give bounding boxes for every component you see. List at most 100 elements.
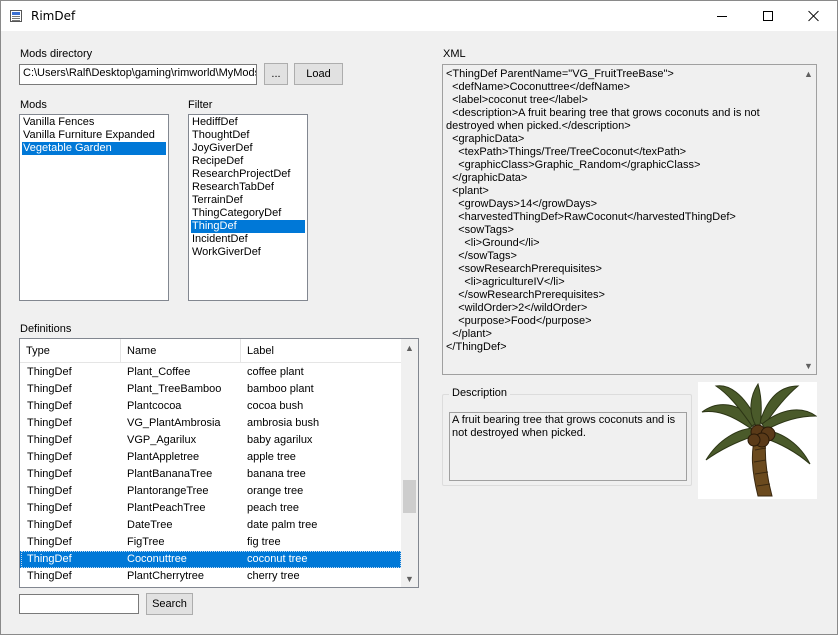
name-cell: Plantcocoa (127, 400, 182, 412)
label-cell: date palm tree (247, 519, 318, 531)
mods-label: Mods (20, 99, 47, 111)
mods-list-item[interactable]: Vanilla Fences (22, 116, 166, 129)
name-cell: PlantAppletree (127, 451, 200, 463)
table-row[interactable]: ThingDef PlantPeachTree peach tree (20, 500, 401, 517)
mods-listbox[interactable]: Vanilla Fences Vanilla Furniture Expanded… (19, 114, 169, 301)
definitions-label: Definitions (20, 323, 72, 335)
filter-list-item[interactable]: HediffDef (191, 116, 305, 129)
filter-list-item[interactable]: ThoughtDef (191, 129, 305, 142)
type-cell: ThingDef (27, 485, 72, 497)
mods-directory-input[interactable]: C:\Users\Ralf\Desktop\gaming\rimworld\My… (19, 64, 257, 85)
name-cell: PlantBananaTree (127, 468, 213, 480)
browse-button[interactable]: ... (264, 63, 288, 85)
table-row[interactable]: ThingDef VG_PlantAmbrosia ambrosia bush (20, 415, 401, 432)
filter-list-item[interactable]: WorkGiverDef (191, 246, 305, 259)
type-cell: ThingDef (27, 502, 72, 514)
minimize-button[interactable] (699, 1, 745, 31)
column-header-label[interactable]: Label (241, 339, 401, 363)
xml-scroll-down-icon[interactable]: ▼ (800, 357, 816, 374)
table-row[interactable]: ThingDef Plant_TreeBamboo bamboo plant (20, 381, 401, 398)
xml-scrollbar[interactable]: ▲ ▼ (800, 65, 816, 374)
table-row[interactable]: ThingDef PlantCherrytree cherry tree (20, 568, 401, 585)
label-cell: coconut tree (247, 553, 308, 565)
table-row[interactable]: ThingDef PlantAppletree apple tree (20, 449, 401, 466)
maximize-button[interactable] (745, 1, 791, 31)
label-cell: fig tree (247, 536, 281, 548)
minimize-icon (717, 15, 727, 17)
filter-list-item[interactable]: ResearchTabDef (191, 181, 305, 194)
type-cell: ThingDef (27, 366, 72, 378)
filter-list-item[interactable]: TerrainDef (191, 194, 305, 207)
label-cell: cherry tree (247, 570, 300, 582)
close-icon (808, 10, 820, 22)
table-row[interactable]: ThingDef FigTree fig tree (20, 534, 401, 551)
mods-directory-label: Mods directory (20, 48, 93, 60)
grid-body: ThingDef Plant_Coffee coffee plant ThingDef… (20, 364, 401, 585)
filter-list-item[interactable]: ThingDef (191, 220, 305, 233)
filter-list-item[interactable]: JoyGiverDef (191, 142, 305, 155)
type-cell: ThingDef (27, 434, 72, 446)
name-cell: PlantPeachTree (127, 502, 206, 514)
type-cell: ThingDef (27, 536, 72, 548)
app-icon (10, 10, 22, 22)
title-bar[interactable]: RimDef (1, 1, 837, 31)
mods-list-item[interactable]: Vanilla Furniture Expanded (22, 129, 166, 142)
label-cell: cocoa bush (247, 400, 304, 412)
search-input[interactable] (19, 594, 139, 614)
load-button[interactable]: Load (294, 63, 343, 85)
label-cell: ambrosia bush (247, 417, 320, 429)
label-cell: orange tree (247, 485, 304, 497)
name-cell: VGP_Agarilux (127, 434, 197, 446)
table-row[interactable]: ThingDef Plantcocoa cocoa bush (20, 398, 401, 415)
name-cell: DateTree (127, 519, 173, 531)
table-row[interactable]: ThingDef VGP_Agarilux baby agarilux (20, 432, 401, 449)
filter-label: Filter (188, 99, 213, 111)
name-cell: FigTree (127, 536, 165, 548)
scroll-thumb[interactable] (403, 480, 416, 513)
label-cell: baby agarilux (247, 434, 313, 446)
column-header-name[interactable]: Name (121, 339, 241, 363)
table-row[interactable]: ThingDef Coconuttree coconut tree (20, 551, 401, 568)
type-cell: ThingDef (27, 417, 72, 429)
xml-textbox[interactable]: <ThingDef ParentName="VG_FruitTreeBase">… (442, 64, 817, 375)
description-textbox[interactable]: A fruit bearing tree that grows coconuts… (449, 412, 687, 481)
close-button[interactable] (791, 1, 837, 31)
filter-list-item[interactable]: ThingCategoryDef (191, 207, 305, 220)
table-row[interactable]: ThingDef PlantBananaTree banana tree (20, 466, 401, 483)
coconut-palm-image (698, 382, 818, 499)
xml-label: XML (443, 48, 466, 60)
definitions-scrollbar[interactable]: ▲ ▼ (401, 339, 418, 587)
description-groupbox: Description A fruit bearing tree that gr… (442, 387, 692, 486)
maximize-icon (763, 11, 773, 21)
filter-list-item[interactable]: ResearchProjectDef (191, 168, 305, 181)
table-row[interactable]: ThingDef PlantorangeTree orange tree (20, 483, 401, 500)
name-cell: PlantorangeTree (127, 485, 209, 497)
mods-list-item[interactable]: Vegetable Garden (22, 142, 166, 155)
type-cell: ThingDef (27, 383, 72, 395)
name-cell: Plant_Coffee (127, 366, 191, 378)
type-cell: ThingDef (27, 519, 72, 531)
type-cell: ThingDef (27, 553, 72, 565)
xml-scroll-up-icon[interactable]: ▲ (800, 65, 816, 82)
column-header-type[interactable]: Type (20, 339, 121, 363)
label-cell: peach tree (247, 502, 299, 514)
search-button[interactable]: Search (146, 593, 193, 615)
name-cell: VG_PlantAmbrosia (127, 417, 221, 429)
scroll-up-icon[interactable]: ▲ (401, 339, 418, 356)
table-row[interactable]: ThingDef DateTree date palm tree (20, 517, 401, 534)
filter-list-item[interactable]: RecipeDef (191, 155, 305, 168)
type-cell: ThingDef (27, 468, 72, 480)
label-cell: bamboo plant (247, 383, 314, 395)
definitions-grid[interactable]: Type Name Label ThingDef Plant_Coffee coff… (19, 338, 419, 588)
name-cell: PlantCherrytree (127, 570, 205, 582)
label-cell: coffee plant (247, 366, 304, 378)
window-title: RimDef (31, 9, 76, 23)
label-cell: apple tree (247, 451, 296, 463)
grid-header: Type Name Label (20, 339, 401, 363)
type-cell: ThingDef (27, 400, 72, 412)
filter-list-item[interactable]: IncidentDef (191, 233, 305, 246)
filter-listbox[interactable]: HediffDef ThoughtDef JoyGiverDef RecipeDef R… (188, 114, 308, 301)
table-row[interactable]: ThingDef Plant_Coffee coffee plant (20, 364, 401, 381)
label-cell: banana tree (247, 468, 306, 480)
scroll-down-icon[interactable]: ▼ (401, 570, 418, 587)
